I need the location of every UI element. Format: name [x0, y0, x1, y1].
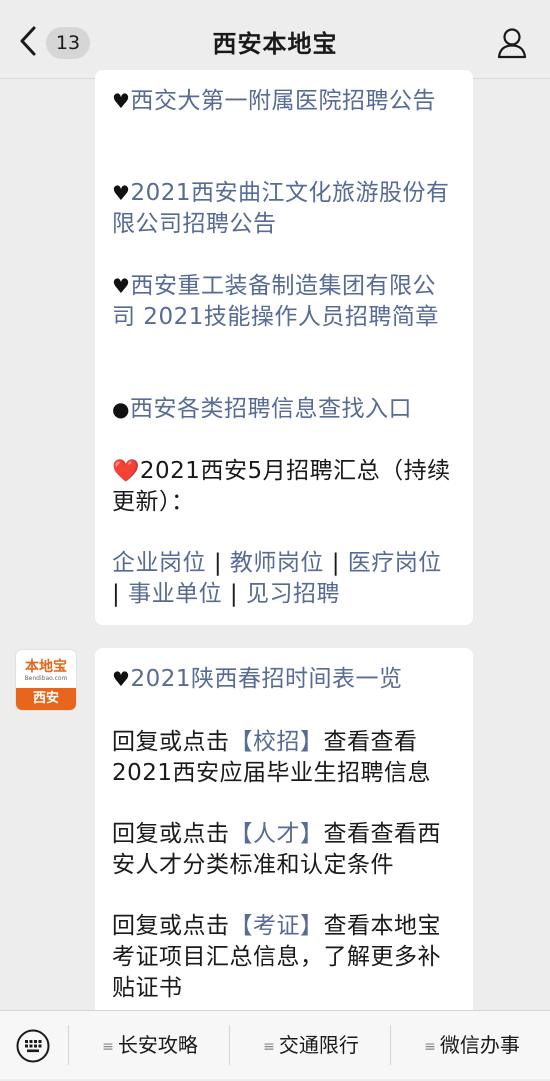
keyboard-icon[interactable]	[16, 1029, 50, 1063]
heart-icon: ♥	[112, 667, 131, 691]
person-icon[interactable]	[496, 26, 528, 60]
bullet-icon: ●	[112, 397, 130, 421]
reply-hint: 回复或点击【校招】查看查看2021西安应届毕业生招聘信息	[112, 729, 432, 786]
keyword-link[interactable]: 【人才】	[230, 821, 324, 847]
category-links: 企业岗位 | 教师岗位 | 医疗岗位 | 事业单位 | 见习招聘	[112, 548, 457, 610]
menu-divider	[229, 1025, 230, 1065]
chat-header: 13 西安本地宝	[0, 0, 550, 79]
heart-icon: ♥	[112, 181, 131, 205]
menu-divider	[68, 1025, 69, 1065]
menu-item[interactable]: ≡ 交通限行	[231, 1011, 391, 1079]
keyword-link[interactable]: 【校招】	[230, 729, 324, 755]
menu-item[interactable]: ≡ 微信办事	[392, 1011, 550, 1079]
article-link[interactable]: ♥2021西安曲江文化旅游股份有限公司招聘公告	[112, 178, 457, 240]
separator: |	[229, 581, 239, 607]
article-link[interactable]: ●西安各类招聘信息查找入口	[112, 394, 457, 425]
menu-item[interactable]: ≡ 长安攻略	[70, 1011, 230, 1079]
heart-icon: ♥	[112, 274, 131, 298]
menu-lines-icon: ≡	[263, 1039, 275, 1055]
link-text[interactable]: 西安各类招聘信息查找入口	[130, 396, 412, 422]
link-teacher-jobs[interactable]: 教师岗位	[230, 550, 324, 576]
avatar[interactable]: 本地宝 Bendibao.com 西安	[16, 650, 76, 710]
reply-hint: 回复或点击【考证】查看本地宝考证项目汇总信息，了解更多补贴证书	[112, 913, 441, 1001]
logo-subtext: Bendibao.com	[24, 675, 68, 682]
separator: |	[213, 550, 223, 576]
summary-text: ❤️2021西安5月招聘汇总（持续更新）：	[112, 458, 451, 515]
link-public-institutions[interactable]: 事业单位	[128, 581, 222, 607]
logo-text: 本地宝	[25, 659, 67, 675]
red-heart-icon: ❤️	[112, 459, 140, 484]
message-bubble: ♥2021陕西春招时间表一览 回复或点击【校招】查看查看2021西安应届毕业生招…	[95, 648, 473, 1018]
link-enterprise-jobs[interactable]: 企业岗位	[112, 550, 206, 576]
link-medical-jobs[interactable]: 医疗岗位	[348, 550, 442, 576]
separator: |	[331, 550, 340, 576]
logo-city: 西安	[16, 688, 76, 710]
chat-title: 西安本地宝	[212, 30, 338, 58]
link-text[interactable]: 西交大第一附属医院招聘公告	[130, 88, 436, 114]
link-internship[interactable]: 见习招聘	[246, 581, 340, 607]
link-text[interactable]: 2021西安曲江文化旅游股份有限公司招聘公告	[112, 180, 449, 237]
article-link[interactable]: ♥西安重工装备制造集团有限公司 2021技能操作人员招聘简章	[112, 271, 457, 333]
article-link[interactable]: ♥西交大第一附属医院招聘公告	[112, 86, 457, 117]
menu-lines-icon: ≡	[102, 1039, 114, 1055]
separator: |	[112, 581, 121, 607]
link-text[interactable]: 2021陕西春招时间表一览	[130, 666, 402, 692]
heart-icon: ♥	[112, 89, 131, 113]
reply-hint: 回复或点击【人才】查看查看西安人才分类标准和认定条件	[112, 821, 441, 878]
link-text[interactable]: 西安重工装备制造集团有限公司 2021技能操作人员招聘简章	[112, 273, 439, 330]
message-bubble: ♥西交大第一附属医院招聘公告 ♥2021西安曲江文化旅游股份有限公司招聘公告 ♥…	[95, 70, 473, 625]
keyword-link[interactable]: 【考证】	[230, 913, 324, 939]
article-link[interactable]: ♥2021陕西春招时间表一览	[112, 664, 457, 695]
menu-lines-icon: ≡	[424, 1039, 436, 1055]
menu-divider	[390, 1025, 391, 1065]
bottom-menu: ≡ 长安攻略 ≡ 交通限行 ≡ 微信办事	[0, 1010, 550, 1079]
